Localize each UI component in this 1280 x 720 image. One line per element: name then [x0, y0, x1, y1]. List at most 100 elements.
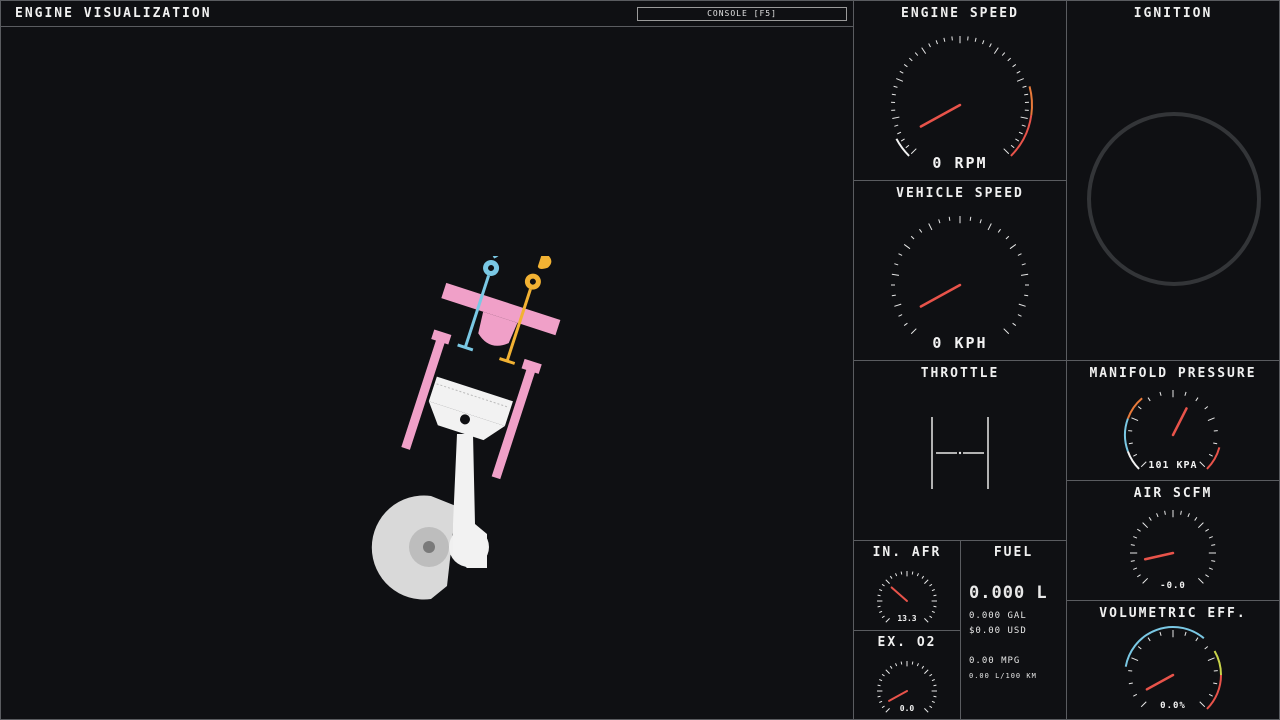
vehicle-speed-panel: VEHICLE SPEED 0 KPH: [853, 180, 1067, 361]
gauge-tick: [1147, 397, 1151, 402]
gauge-tick: [900, 571, 903, 575]
gauge-tick: [1205, 528, 1210, 532]
gauge-tick: [1131, 417, 1139, 421]
gauge-tick: [879, 589, 883, 592]
fuel-panel: FUEL 0.000 L 0.000 GAL $0.00 USD 0.00 MP…: [960, 540, 1067, 720]
gauge-tick: [885, 669, 890, 674]
gauge-tick: [919, 228, 923, 233]
engine-speed-title: ENGINE SPEED: [901, 6, 1019, 21]
gauge-tick: [1024, 93, 1029, 96]
gauge-tick: [891, 93, 896, 96]
gauge-tick: [1204, 646, 1209, 650]
gauge-tick: [1159, 631, 1162, 636]
gauge-tick: [894, 303, 902, 307]
gauge-tick: [979, 219, 982, 224]
console-button[interactable]: CONSOLE [F5]: [637, 7, 847, 21]
gauge-tick: [1207, 657, 1215, 661]
throttle-panel: THROTTLE: [853, 360, 1067, 541]
gauge-tick: [881, 583, 885, 587]
intake-afr-readout: 13.3: [897, 614, 917, 623]
gauge-tick: [1021, 263, 1026, 266]
gauge-tick: [969, 216, 972, 221]
gauge-tick: [896, 78, 904, 82]
gauge-tick: [898, 253, 903, 256]
gauge-tick: [877, 695, 881, 698]
gauge-tick: [974, 37, 977, 42]
gauge-tick: [1207, 417, 1215, 421]
engine-speed-panel: ENGINE SPEED 0 RPM: [853, 0, 1067, 181]
engine-speed-gauge: [891, 36, 1033, 157]
gauge-tick: [894, 124, 899, 127]
gauge-tick: [911, 661, 914, 665]
gauge-needle: [919, 283, 962, 308]
gauge-needle: [919, 103, 962, 128]
gauge-tick: [900, 661, 903, 665]
vehicle-speed-readout: 0 KPH: [932, 334, 988, 352]
volumetric-efficiency-title: VOLUMETRIC EFF.: [1099, 606, 1247, 621]
gauge-tick: [921, 575, 925, 579]
gauge-tick: [910, 235, 915, 240]
gauge-tick: [1205, 574, 1210, 578]
gauge-tick: [933, 684, 937, 687]
gauge-zone-arc: [1028, 86, 1033, 116]
gauge-tick: [916, 663, 919, 667]
gauge-tick: [1159, 391, 1162, 396]
gauge-tick: [1147, 637, 1151, 642]
gauge-tick: [931, 700, 935, 703]
gauge-tick: [891, 273, 900, 276]
cylinder-block: [401, 256, 561, 480]
gauge-tick: [933, 594, 937, 597]
gauge-tick: [1018, 131, 1023, 135]
gauge-tick: [933, 605, 937, 608]
fuel-mpg: 0.00 MPG: [969, 656, 1021, 666]
gauge-needle: [1145, 673, 1175, 691]
gauge-tick: [899, 70, 904, 74]
gauge-tick: [1128, 682, 1133, 685]
gauge-tick: [931, 589, 935, 592]
gauge-tick: [903, 64, 908, 68]
gauge-tick: [1128, 442, 1133, 445]
gauge-tick: [997, 228, 1001, 233]
gauge-tick: [931, 610, 935, 613]
ignition-ring: [1087, 112, 1261, 286]
gauge-tick: [1142, 522, 1149, 529]
exhaust-o2-readout: 0.0: [899, 704, 915, 713]
gauge-tick: [1156, 513, 1159, 518]
gauge-tick: [881, 673, 885, 677]
gauge-tick: [1016, 70, 1021, 74]
gauge-tick: [916, 573, 919, 577]
gauge-tick: [1208, 536, 1213, 539]
gauge-tick: [903, 322, 908, 326]
gauge-tick: [905, 144, 910, 149]
gauge-tick: [924, 669, 929, 674]
gauge-tick: [1001, 52, 1006, 56]
gauge-tick: [877, 684, 881, 687]
vehicle-speed-gauge: [891, 216, 1029, 335]
gauge-tick: [1012, 64, 1017, 68]
gauge-tick: [1018, 303, 1026, 307]
gauge-tick: [1133, 567, 1138, 570]
gauge-tick: [908, 57, 913, 62]
fuel-title: FUEL: [993, 545, 1034, 560]
gauge-tick: [914, 52, 919, 56]
gauge-tick: [1017, 314, 1022, 317]
engine-visualization-panel: ENGINE VISUALIZATION CONSOLE [F5]: [0, 0, 854, 720]
gauge-needle: [890, 586, 908, 602]
gauge-tick: [1213, 442, 1218, 445]
exhaust-o2-panel: EX. O2 0.0: [853, 630, 961, 720]
gauge-tick: [1136, 528, 1141, 532]
panel-title: ENGINE VISUALIZATION: [15, 6, 212, 21]
gauge-tick: [1211, 544, 1216, 546]
gauge-zone-arc: [1010, 114, 1033, 157]
gauge-tick: [911, 571, 914, 575]
gauge-tick: [1148, 516, 1152, 521]
gauge-tick: [900, 138, 905, 142]
gauge-tick: [1005, 235, 1010, 240]
gauge-tick: [1017, 253, 1022, 256]
volumetric-efficiency-panel: VOLUMETRIC EFF. 0.0%: [1066, 600, 1280, 720]
gauge-tick: [1016, 78, 1024, 82]
gauge-tick: [987, 223, 992, 231]
gauge-tick: [1130, 560, 1135, 562]
gauge-tick: [1211, 560, 1216, 562]
gauge-tick: [1021, 124, 1026, 127]
